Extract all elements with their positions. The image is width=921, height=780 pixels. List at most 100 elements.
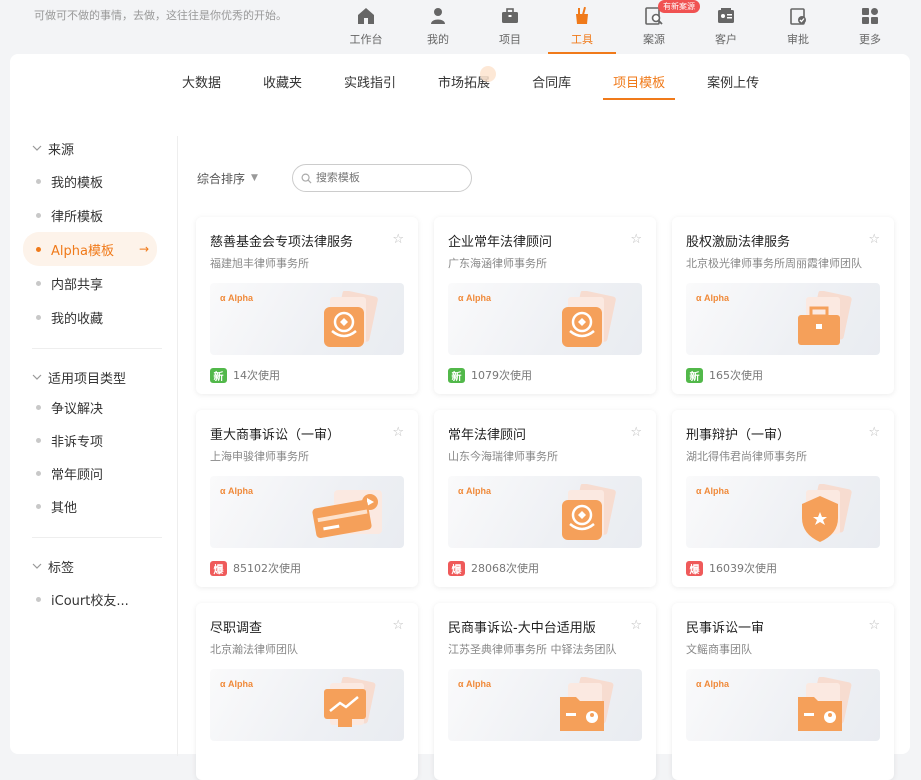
sidebar-item-label: Alpha模板	[51, 243, 114, 259]
usage-count: 14次使用	[233, 369, 280, 382]
tab-contract-library[interactable]: 合同库	[522, 74, 581, 100]
nav-item-project[interactable]: 项目	[474, 0, 546, 54]
star-icon[interactable]: ☆	[392, 425, 404, 440]
source-section-header[interactable]: 来源	[32, 136, 177, 160]
sidebar-item-label: iCourt校友...	[51, 593, 129, 609]
star-icon[interactable]: ☆	[630, 425, 642, 440]
alpha-logo: α Alpha	[696, 679, 729, 689]
card-thumbnail: α Alpha	[448, 669, 642, 741]
template-card[interactable]: 重大商事诉讼（一审） ☆ 上海申骏律师事务所 α Alpha 爆 85102次使…	[196, 410, 418, 587]
alpha-symbol: α	[220, 293, 229, 303]
card-thumbnail: α Alpha	[210, 283, 404, 355]
tab-case-upload[interactable]: 案例上传	[697, 74, 769, 100]
alpha-symbol: α	[696, 486, 705, 496]
star-icon[interactable]: ☆	[630, 232, 642, 247]
card-title: 企业常年法律顾问	[448, 235, 553, 250]
new-tag: 新	[210, 367, 227, 383]
sidebar-item-dispute[interactable]: 争议解决	[23, 391, 157, 424]
hot-tag: 爆	[686, 560, 703, 576]
card-thumbnail: α Alpha	[686, 476, 880, 548]
sidebar-item-other[interactable]: 其他	[23, 490, 157, 523]
sidebar-item-retainer[interactable]: 常年顾问	[23, 457, 157, 490]
template-card[interactable]: 股权激励法律服务 ☆ 北京极光律师事务所周丽霞律师团队 α Alpha 新 16…	[672, 217, 894, 394]
sidebar-item-firm-templates[interactable]: 律所模板	[23, 198, 157, 232]
card-title: 重大商事诉讼（一审）	[210, 428, 341, 443]
tools-panel: 大数据 收藏夹 实践指引 市场拓展 合同库 项目模板 案例上传 来源 我的模板 …	[10, 54, 910, 780]
bullet	[36, 438, 41, 443]
sidebar-item-label: 非诉专项	[51, 435, 104, 450]
tab-project-templates[interactable]: 项目模板	[603, 74, 676, 100]
alpha-brand: Alpha	[466, 679, 492, 689]
nav-label: 我的	[427, 33, 449, 46]
sidebar-item-tag[interactable]: iCourt校友...	[23, 582, 157, 616]
sidebar-item-label: 内部共享	[51, 277, 104, 293]
nav-item-clients[interactable]: 客户	[690, 0, 762, 54]
template-card[interactable]: 慈善基金会专项法律服务 ☆ 福建旭丰律师事务所 α Alpha 新 14次使用	[196, 217, 418, 394]
template-card[interactable]: 尽职调查 ☆ 北京瀚法律师团队 α Alpha	[196, 603, 418, 780]
template-card[interactable]: 刑事辩护（一审） ☆ 湖北得伟君尚律师事务所 α Alpha 爆 16039次使…	[672, 410, 894, 587]
chevron-down-icon	[32, 563, 42, 569]
project-type-section: 适用项目类型 争议解决 非诉专项 常年顾问 其他	[32, 365, 177, 523]
star-icon[interactable]: ☆	[392, 232, 404, 247]
usage-count: 16039次使用	[709, 562, 777, 575]
usage-count: 1079次使用	[471, 369, 532, 382]
alpha-brand: Alpha	[228, 293, 254, 303]
nav-label: 审批	[787, 33, 809, 46]
chevron-down-icon	[32, 374, 42, 380]
star-icon[interactable]: ☆	[630, 618, 642, 633]
bullet	[36, 212, 41, 218]
sort-dropdown[interactable]: 综合排序 ▼	[197, 170, 258, 187]
nav-item-more[interactable]: 更多	[834, 0, 906, 54]
template-card[interactable]: 民商事诉讼-大中台适用版 ☆ 江苏圣典律师事务所 中铎法务团队 α Alpha	[434, 603, 656, 780]
tags-section-header[interactable]: 标签	[32, 554, 177, 578]
template-grid: 慈善基金会专项法律服务 ☆ 福建旭丰律师事务所 α Alpha 新 14次使用 …	[196, 217, 894, 780]
alpha-symbol: α	[220, 486, 229, 496]
source-section: 来源 我的模板 律所模板 Alpha模板 → 内部共享 我的收藏	[23, 136, 177, 334]
star-icon[interactable]: ☆	[868, 618, 880, 633]
hot-tag: 爆	[448, 560, 465, 576]
bullet	[36, 280, 41, 286]
alpha-logo: α Alpha	[458, 486, 491, 496]
sidebar-item-alpha-templates[interactable]: Alpha模板 →	[23, 232, 157, 266]
bullet	[36, 246, 41, 252]
user-icon	[431, 8, 445, 24]
search-input[interactable]	[315, 172, 456, 184]
section-title: 适用项目类型	[48, 371, 127, 387]
tab-big-data[interactable]: 大数据	[172, 74, 231, 100]
nav-label: 项目	[499, 33, 521, 46]
tab-favorites[interactable]: 收藏夹	[253, 74, 312, 100]
alpha-logo: α Alpha	[220, 486, 253, 496]
bullet	[36, 596, 41, 602]
star-icon[interactable]: ☆	[392, 618, 404, 633]
card-title: 尽职调查	[210, 621, 263, 636]
sidebar-item-my-templates[interactable]: 我的模板	[23, 164, 157, 198]
template-card[interactable]: 企业常年法律顾问 ☆ 广东海涵律师事务所 α Alpha 新 1079次使用	[434, 217, 656, 394]
nav-label: 客户	[715, 33, 737, 46]
nav-item-workbench[interactable]: 工作台	[330, 0, 402, 54]
card-footer: 爆 85102次使用	[210, 560, 404, 576]
nav-label: 更多	[859, 33, 881, 46]
nav-label: 工作台	[349, 33, 383, 46]
grid-more-icon	[862, 8, 878, 24]
alpha-symbol: α	[696, 293, 705, 303]
approval-icon	[790, 8, 806, 25]
template-card[interactable]: 常年法律顾问 ☆ 山东今海瑞律师事务所 α Alpha 爆 28068次使用	[434, 410, 656, 587]
template-card[interactable]: 民事诉讼一审 ☆ 文鳐商事团队 α Alpha	[672, 603, 894, 780]
alpha-logo: α Alpha	[220, 679, 253, 689]
usage-count: 28068次使用	[471, 562, 539, 575]
sidebar-item-internal-share[interactable]: 内部共享	[23, 266, 157, 300]
tags-section: 标签 iCourt校友...	[32, 554, 177, 616]
sidebar-item-my-favorites[interactable]: 我的收藏	[23, 300, 157, 334]
star-icon[interactable]: ☆	[868, 425, 880, 440]
tab-practice-guide[interactable]: 实践指引	[334, 74, 406, 100]
client-card-icon	[718, 8, 734, 23]
nav-item-tools[interactable]: 工具	[546, 0, 618, 54]
project-type-section-header[interactable]: 适用项目类型	[32, 365, 177, 389]
star-icon[interactable]: ☆	[868, 232, 880, 247]
sidebar-item-non-litigation[interactable]: 非诉专项	[23, 424, 157, 457]
nav-item-cases[interactable]: 案源 有新案源	[618, 0, 700, 54]
nav-item-approval[interactable]: 审批	[762, 0, 834, 54]
search-box[interactable]	[291, 164, 472, 192]
nav-item-mine[interactable]: 我的	[402, 0, 474, 54]
alpha-symbol: α	[458, 486, 467, 496]
